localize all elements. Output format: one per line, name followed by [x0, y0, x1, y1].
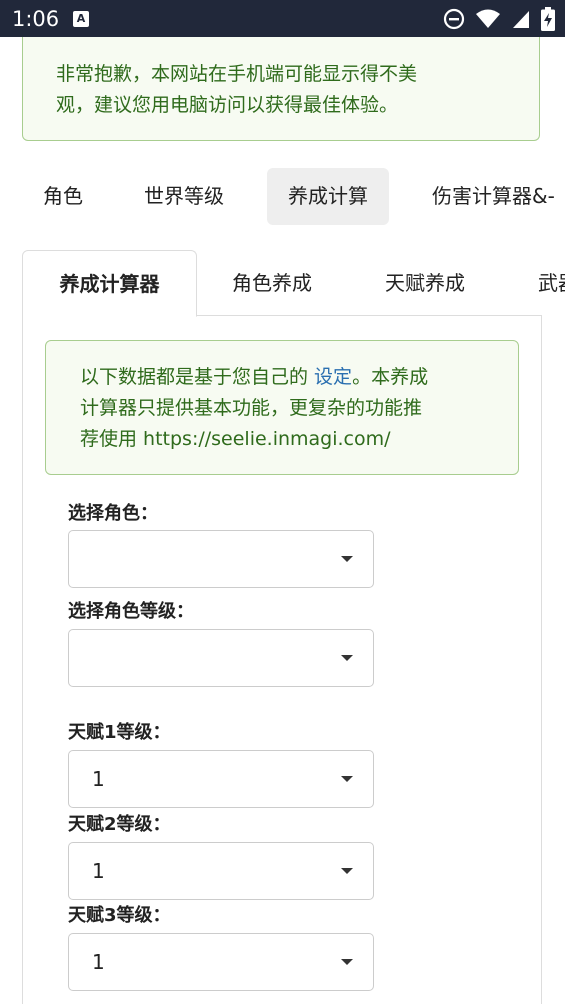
talent3-value: 1	[92, 950, 105, 974]
info-alert-text: 。本养成	[352, 366, 429, 388]
mobile-warning-line1: 非常抱歉，本网站在手机端可能显示得不美	[56, 63, 418, 85]
top-nav-tabs: 角色 世界等级 养成计算 伤害计算器&-	[22, 168, 565, 225]
caret-down-icon	[341, 868, 353, 874]
mobile-warning-alert: 非常抱歉，本网站在手机端可能显示得不美 观，建议您用电脑访问以获得最佳体验。	[22, 37, 540, 141]
select-level-label: 选择角色等级：	[68, 601, 194, 622]
top-tab-world-level[interactable]: 世界等级	[123, 168, 245, 225]
inner-tab-talent-cultivation[interactable]: 天赋养成	[385, 250, 465, 317]
talent1-dropdown[interactable]: 1	[68, 750, 374, 808]
info-alert-line2: 计算器只提供基本功能，更复杂的功能推	[80, 397, 423, 419]
a-notification-icon: A	[73, 11, 89, 27]
top-tab-damage-calc[interactable]: 伤害计算器&-	[411, 168, 565, 225]
select-character-dropdown[interactable]	[68, 530, 374, 588]
inner-tab-weapon[interactable]: 武器	[538, 250, 565, 317]
signal-icon	[513, 11, 529, 28]
talent2-value: 1	[92, 859, 105, 883]
battery-charging-icon	[541, 7, 555, 31]
info-alert-line3: 荐使用 https://seelie.inmagi.com/	[80, 428, 391, 450]
inner-tab-character-cultivation[interactable]: 角色养成	[232, 250, 312, 317]
talent1-value: 1	[92, 767, 105, 791]
do-not-disturb-icon	[443, 8, 465, 30]
caret-down-icon	[341, 959, 353, 965]
select-level-dropdown[interactable]	[68, 629, 374, 687]
caret-down-icon	[341, 556, 353, 562]
wifi-icon	[476, 9, 500, 28]
talent2-dropdown[interactable]: 1	[68, 842, 374, 900]
info-alert-line1: 以下数据都是基于您自己的 设定。本养成	[80, 362, 498, 393]
caret-down-icon	[341, 776, 353, 782]
info-alert: 以下数据都是基于您自己的 设定。本养成 计算器只提供基本功能，更复杂的功能推 荐…	[45, 340, 519, 475]
talent2-label: 天赋2等级：	[68, 814, 171, 835]
status-time: 1:06	[12, 7, 60, 31]
info-alert-text: 以下数据都是基于您自己的	[80, 366, 315, 388]
top-tab-character[interactable]: 角色	[22, 168, 104, 225]
talent3-dropdown[interactable]: 1	[68, 933, 374, 991]
caret-down-icon	[341, 655, 353, 661]
inner-tab-calculator[interactable]: 养成计算器	[22, 250, 197, 317]
settings-link[interactable]: 设定	[314, 366, 352, 388]
status-icons	[443, 6, 555, 32]
talent3-label: 天赋3等级：	[68, 905, 171, 926]
inner-tabs: 养成计算器 角色养成 天赋养成 武器	[22, 250, 565, 317]
talent1-label: 天赋1等级：	[68, 722, 171, 743]
status-bar: 1:06 A	[0, 0, 565, 37]
mobile-warning-line2: 观，建议您用电脑访问以获得最佳体验。	[56, 94, 399, 116]
select-character-label: 选择角色：	[68, 503, 158, 524]
top-tab-cultivation-calc[interactable]: 养成计算	[267, 168, 389, 225]
